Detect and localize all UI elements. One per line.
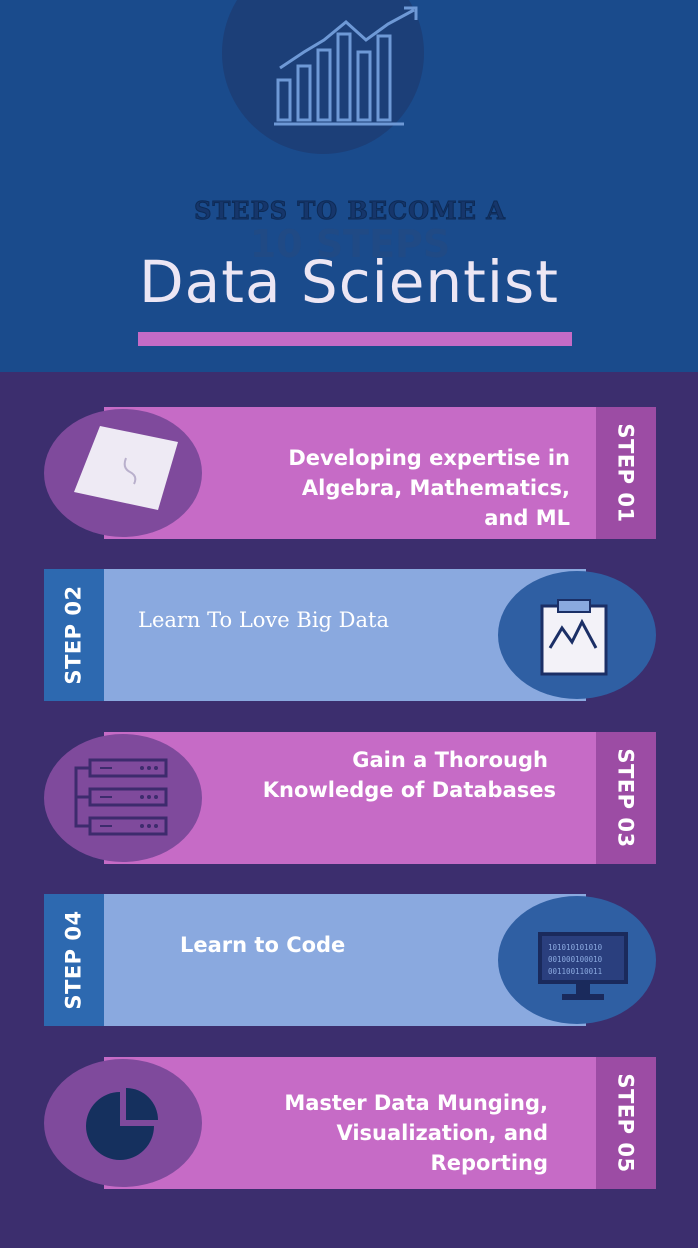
svg-text:001000100010: 001000100010 bbox=[548, 955, 603, 964]
svg-text:001100110011: 001100110011 bbox=[548, 967, 602, 976]
step-01-line-3: and ML bbox=[484, 506, 570, 530]
step-05-label: STEP 05 bbox=[614, 1073, 639, 1173]
step-03-line-1: Gain a Thorough bbox=[352, 748, 548, 772]
svg-text:101010101010: 101010101010 bbox=[548, 943, 603, 952]
step-02-text: Learn To Love Big Data bbox=[138, 605, 478, 635]
step-02-label: STEP 02 bbox=[62, 585, 87, 685]
step-01-label: STEP 01 bbox=[614, 423, 639, 523]
document-icon bbox=[74, 426, 178, 510]
step-03-text: Gain a Thorough Knowledge of Databases bbox=[230, 745, 556, 805]
step-01-tag: STEP 01 bbox=[596, 407, 656, 539]
pie-chart-icon bbox=[86, 1088, 158, 1160]
step-04-label: STEP 04 bbox=[62, 910, 87, 1010]
step-05-line-3: Reporting bbox=[430, 1151, 548, 1175]
step-03-label: STEP 03 bbox=[614, 748, 639, 848]
title-underline bbox=[138, 332, 572, 346]
step-04-tag: STEP 04 bbox=[44, 894, 104, 1026]
server-icon bbox=[74, 758, 168, 836]
title-overline: STEPS TO BECOME A bbox=[194, 196, 506, 226]
monitor-code-icon: 101010101010 001000100010 001100110011 bbox=[538, 932, 628, 1000]
step-01-line-2: Algebra, Mathematics, bbox=[301, 476, 570, 500]
step-03-tag: STEP 03 bbox=[596, 732, 656, 864]
step-01-line-1: Developing expertise in bbox=[288, 446, 570, 470]
page-title: Data Scientist bbox=[139, 248, 559, 316]
step-05-line-2: Visualization, and bbox=[336, 1121, 548, 1145]
header: STEPS TO BECOME A 10 STEPS Data Scientis… bbox=[0, 0, 698, 372]
step-02-line-1: Learn To Love Big Data bbox=[138, 608, 389, 632]
step-05-line-1: Master Data Munging, bbox=[284, 1091, 548, 1115]
step-04-text: Learn to Code bbox=[180, 930, 480, 960]
step-02-tag: STEP 02 bbox=[44, 569, 104, 701]
step-05-text: Master Data Munging, Visualization, and … bbox=[230, 1088, 548, 1178]
step-04-line-1: Learn to Code bbox=[180, 933, 346, 957]
step-05-tag: STEP 05 bbox=[596, 1057, 656, 1189]
clipboard-chart-icon bbox=[540, 599, 608, 676]
growth-chart-icon bbox=[274, 6, 418, 126]
step-01-text: Developing expertise in Algebra, Mathema… bbox=[230, 443, 570, 533]
step-03-line-2: Knowledge of Databases bbox=[262, 778, 556, 802]
